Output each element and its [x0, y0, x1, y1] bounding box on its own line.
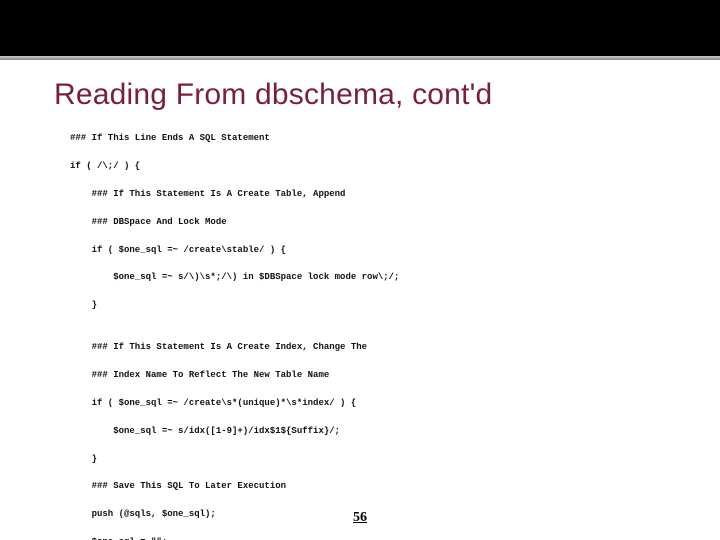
- page-number: 56: [0, 510, 720, 526]
- code-block: ### If This Line Ends A SQL Statement if…: [70, 132, 680, 540]
- slide-title: Reading From dbschema, cont'd: [54, 78, 492, 112]
- slide: Reading From dbschema, cont'd ### If Thi…: [0, 0, 720, 540]
- top-bar: [0, 0, 720, 60]
- top-bar-divider: [0, 56, 720, 60]
